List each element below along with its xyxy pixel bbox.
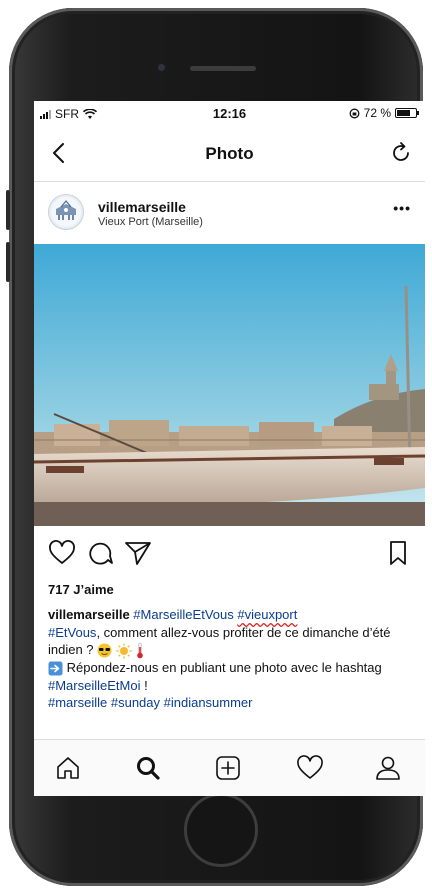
- city-seal-icon: [51, 197, 81, 227]
- post-header: villemarseille Vieux Port (Marseille) ••…: [34, 182, 425, 242]
- sun-emoji-icon: [116, 643, 132, 659]
- refresh-icon[interactable]: [389, 141, 413, 165]
- arrow-right-emoji-icon: [48, 661, 63, 676]
- front-camera: [156, 62, 167, 73]
- sunglasses-emoji-icon: [97, 643, 112, 658]
- earpiece-speaker: [190, 66, 256, 71]
- post-actions: [34, 531, 425, 575]
- new-post-icon[interactable]: [214, 754, 242, 782]
- home-icon[interactable]: [54, 754, 82, 782]
- bottom-tab-bar: [34, 739, 425, 796]
- volume-up-button: [6, 190, 10, 230]
- phone-screen: SFR 12:16 72 % Photo villemarseille Vieu…: [34, 101, 425, 796]
- likes-count[interactable]: 717 J’aime: [48, 582, 114, 597]
- avatar[interactable]: [48, 194, 84, 230]
- navigation-bar: Photo: [34, 127, 425, 182]
- post-username[interactable]: villemarseille: [98, 199, 186, 215]
- comment-icon[interactable]: [86, 539, 114, 567]
- status-bar: SFR 12:16 72 %: [34, 101, 425, 127]
- post-caption: villemarseille #MarseilleEtVous #vieuxpo…: [48, 606, 414, 712]
- hashtag[interactable]: #MarseilleEtVous: [133, 607, 233, 622]
- thermometer-emoji-icon: [137, 642, 144, 659]
- page-title: Photo: [205, 144, 254, 163]
- bookmark-icon[interactable]: [384, 539, 412, 567]
- heart-icon[interactable]: [48, 539, 76, 567]
- share-icon[interactable]: [124, 539, 152, 567]
- caption-text: !: [144, 677, 148, 693]
- home-button[interactable]: [184, 793, 258, 867]
- profile-icon[interactable]: [374, 754, 402, 782]
- post-location[interactable]: Vieux Port (Marseille): [98, 216, 203, 228]
- hashtags-footer[interactable]: #marseille #sunday #indiansummer: [48, 695, 253, 710]
- battery-icon: [395, 108, 419, 118]
- caption-username[interactable]: villemarseille: [48, 607, 130, 622]
- rotation-lock-icon: [349, 108, 360, 118]
- caption-text: Répondez-nous en publiant une photo avec…: [66, 660, 382, 676]
- more-options-icon[interactable]: •••: [393, 200, 411, 216]
- post-photo[interactable]: [34, 244, 425, 526]
- battery-percent: 72 %: [363, 106, 391, 120]
- search-icon[interactable]: [134, 754, 162, 782]
- hashtag[interactable]: #EtVous: [48, 625, 96, 640]
- hashtag[interactable]: #vieuxport: [237, 607, 297, 622]
- hashtag[interactable]: #MarseilleEtMoi: [48, 678, 140, 693]
- heart-icon[interactable]: [296, 754, 324, 782]
- volume-down-button: [6, 242, 10, 282]
